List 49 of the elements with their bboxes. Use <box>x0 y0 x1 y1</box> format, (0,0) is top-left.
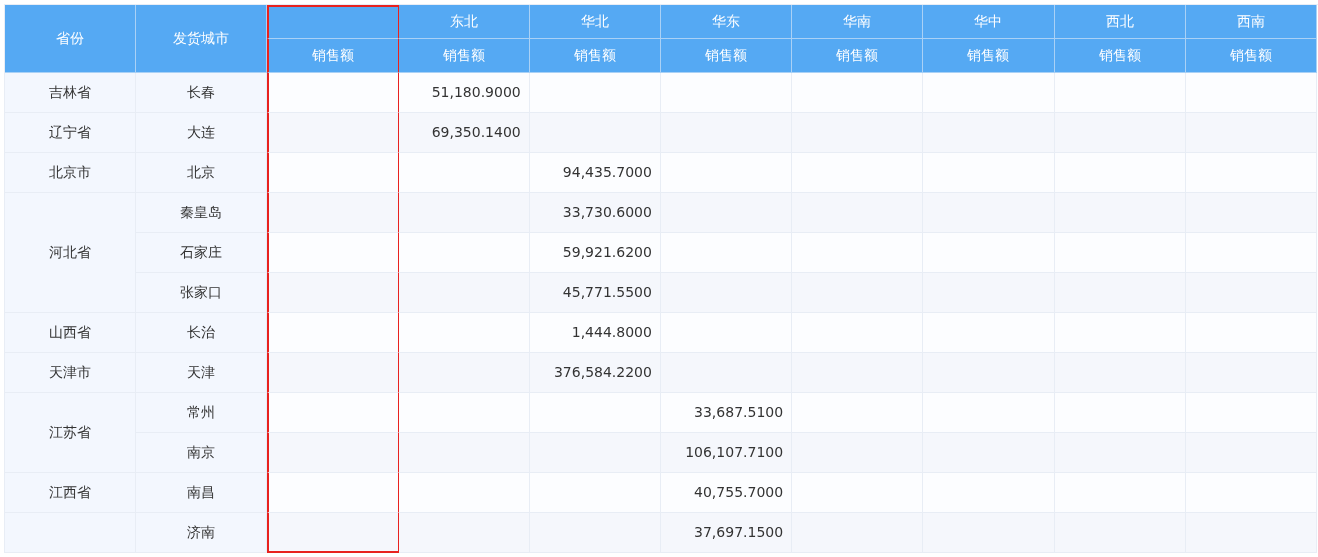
table-cell: 1,444.8000 <box>529 313 661 353</box>
table-cell: 大连 <box>136 113 268 153</box>
column-header: 华北 <box>529 5 661 39</box>
table-cell: 石家庄 <box>136 233 268 273</box>
column-header: 东北 <box>398 5 530 39</box>
table-cell: 长春 <box>136 73 268 113</box>
table-cell: 33,687.5100 <box>660 393 793 433</box>
column-header: 销售额 <box>1185 39 1317 73</box>
table-cell: 94,435.7000 <box>529 153 661 193</box>
column-header: 销售额 <box>923 39 1055 73</box>
table-cell: 南京 <box>136 433 268 473</box>
table-cell: 南昌 <box>136 473 268 513</box>
column-header: 销售额 <box>792 39 924 73</box>
table-cell: 张家口 <box>136 273 268 313</box>
column-header: 省份 <box>5 5 137 73</box>
table-cell: 江苏省 <box>5 393 137 473</box>
column-header: 销售额 <box>267 39 399 73</box>
table-cell: 常州 <box>136 393 268 433</box>
table-cell: 吉林省 <box>5 73 137 113</box>
table-cell: 北京市 <box>5 153 137 193</box>
table-cell: 106,107.7100 <box>660 433 793 473</box>
table-cell: 山西省 <box>5 313 137 353</box>
table-cell: 长治 <box>136 313 268 353</box>
table-cell: 376,584.2200 <box>529 353 661 393</box>
column-header: 西北 <box>1054 5 1186 39</box>
table-cell: 济南 <box>136 513 268 553</box>
table-cell: 江西省 <box>5 473 137 513</box>
column-header: 销售额 <box>398 39 530 73</box>
table-cell: 秦皇岛 <box>136 193 268 233</box>
column-header: 西南 <box>1185 5 1317 39</box>
column-header: 华东 <box>660 5 793 39</box>
table-cell: 40,755.7000 <box>660 473 793 513</box>
table-cell: 59,921.6200 <box>529 233 661 273</box>
table-cell: 河北省 <box>5 193 137 313</box>
table-cell: 天津 <box>136 353 268 393</box>
column-header: 销售额 <box>660 39 793 73</box>
table-cell: 北京 <box>136 153 268 193</box>
table-cell: 45,771.5500 <box>529 273 661 313</box>
table-cell: 天津市 <box>5 353 137 393</box>
table-cell: 69,350.1400 <box>398 113 530 153</box>
column-header: 销售额 <box>529 39 661 73</box>
table-cell: 辽宁省 <box>5 113 137 153</box>
table-cell: 51,180.9000 <box>398 73 530 113</box>
column-header: 华中 <box>923 5 1055 39</box>
column-header: 华南 <box>792 5 924 39</box>
table-cell: 37,697.1500 <box>660 513 793 553</box>
table-cell: 33,730.6000 <box>529 193 661 233</box>
column-header: 发货城市 <box>136 5 268 73</box>
column-header: 销售额 <box>1054 39 1186 73</box>
